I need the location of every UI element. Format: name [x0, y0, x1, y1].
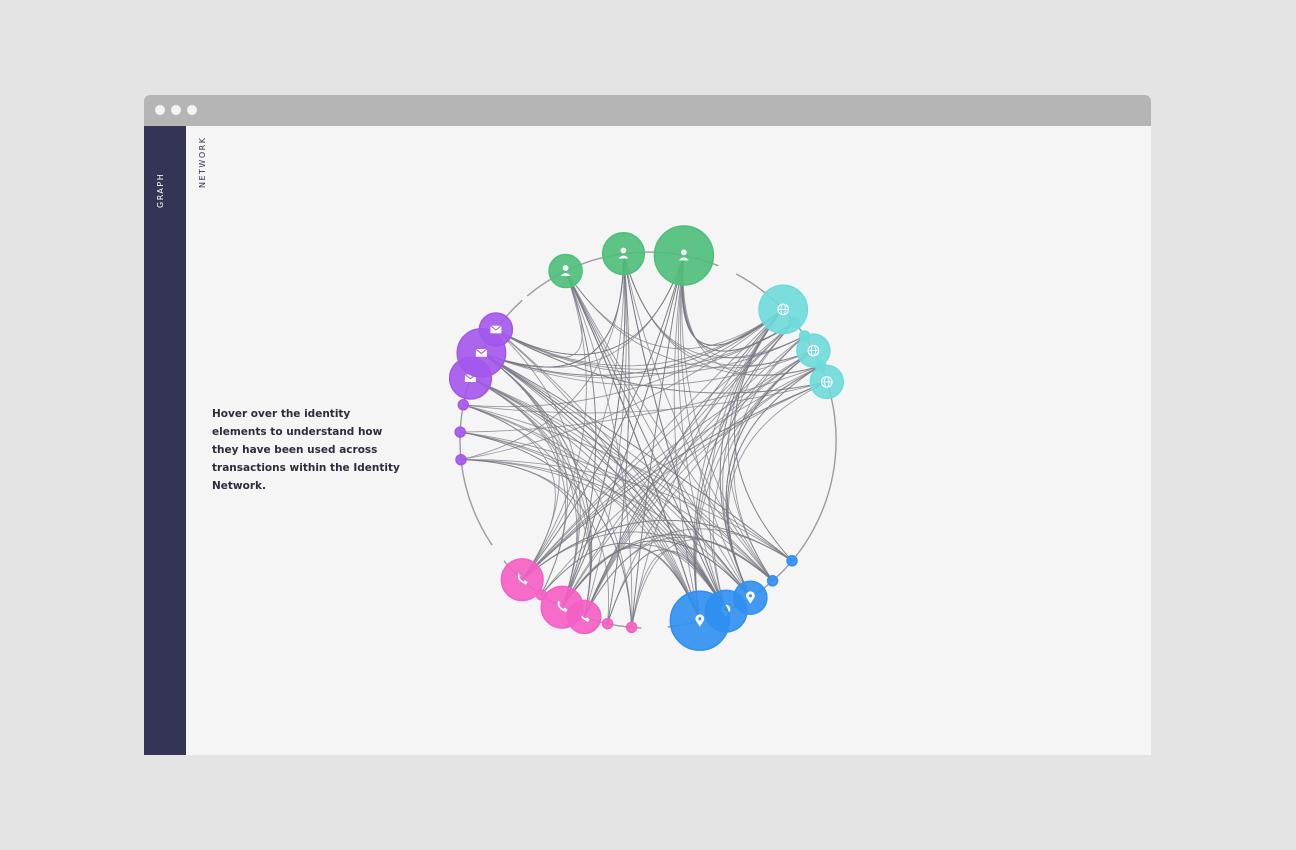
ring-arc [667, 273, 837, 628]
web-node[interactable] [788, 316, 801, 328]
phone-node[interactable] [540, 585, 584, 629]
web-node[interactable] [809, 364, 845, 400]
phone-node[interactable] [625, 621, 638, 634]
phone-node[interactable] [601, 617, 614, 630]
location-node[interactable] [786, 555, 798, 567]
network-link [495, 255, 685, 356]
identity-network-graph[interactable] [0, 0, 1296, 850]
web-node[interactable] [758, 284, 809, 335]
email-node[interactable] [454, 426, 466, 438]
email-node[interactable] [455, 453, 467, 466]
email-node[interactable] [478, 312, 514, 347]
envelope-icon [490, 325, 502, 334]
network-nodes [448, 225, 845, 651]
person-node[interactable] [548, 253, 583, 289]
network-link [495, 255, 685, 356]
location-node[interactable] [669, 590, 731, 651]
network-link [727, 381, 827, 598]
phone-node[interactable] [500, 558, 544, 602]
location-node[interactable] [766, 575, 779, 587]
person-node[interactable] [653, 225, 715, 286]
network-link [463, 404, 556, 580]
email-node[interactable] [457, 399, 470, 411]
person-node[interactable] [601, 232, 646, 276]
network-link [726, 365, 822, 598]
envelope-icon [475, 348, 488, 357]
